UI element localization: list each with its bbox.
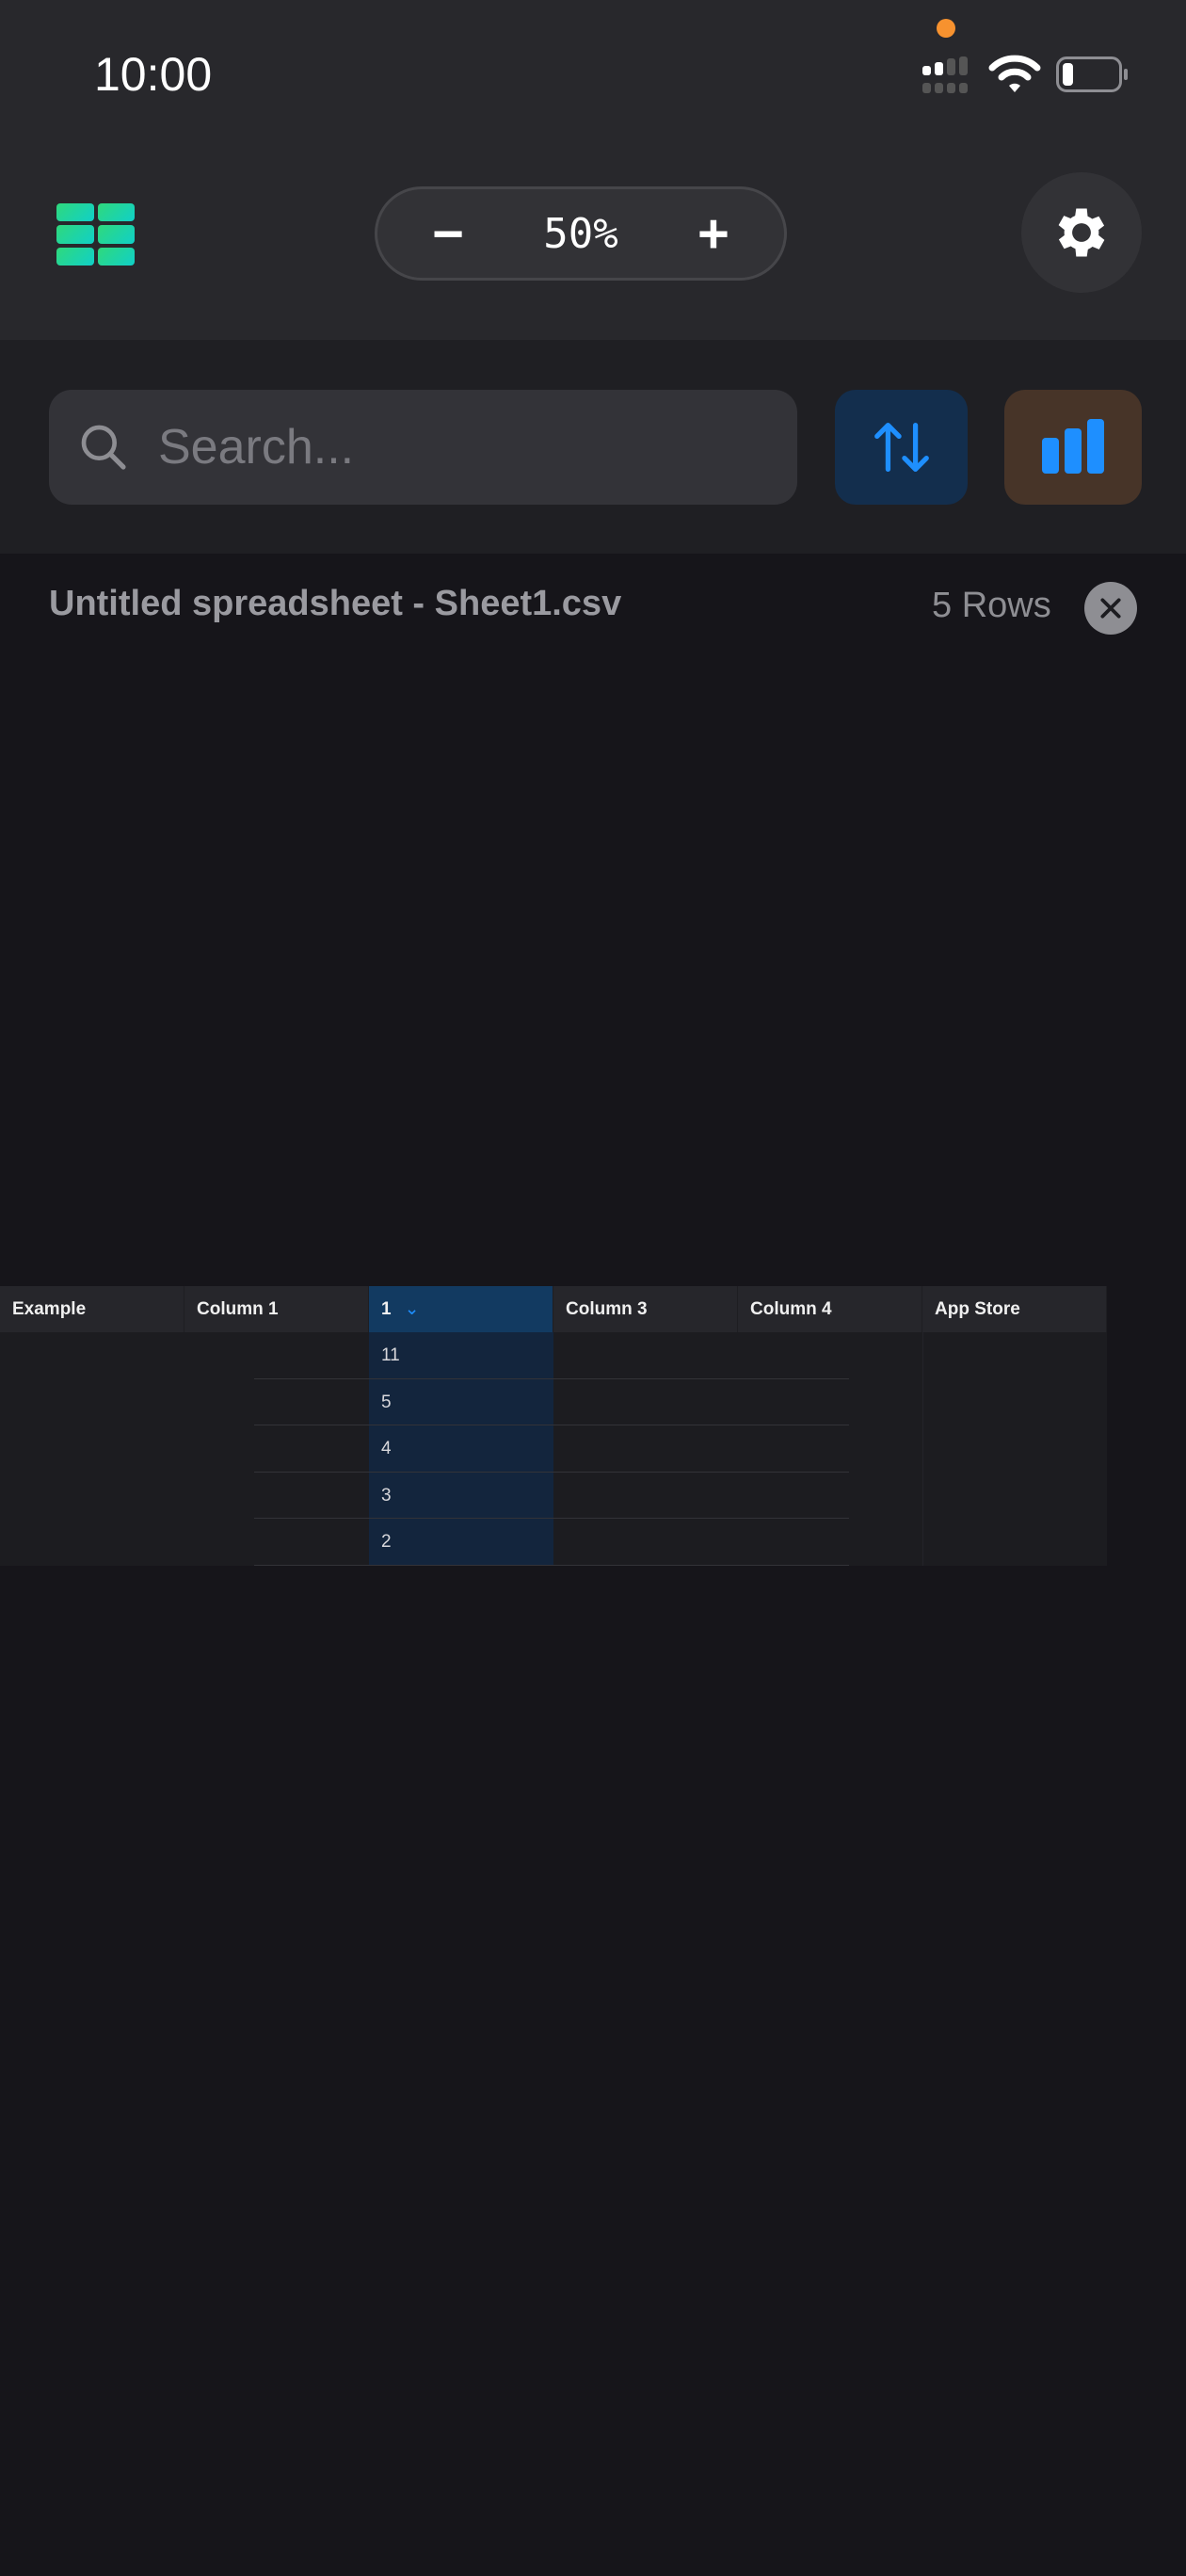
chevron-down-icon: ⌄ [404, 1299, 420, 1319]
privacy-indicator [937, 19, 955, 38]
top-bar: 10:00 − 50% + [0, 0, 1186, 340]
battery-icon [1056, 56, 1128, 92]
column-header[interactable]: Column 4 [738, 1286, 922, 1332]
column-header-sorted[interactable]: 1 ⌄ [369, 1286, 553, 1332]
spreadsheet-table: Example Column 1 1 ⌄ Column 3 Column 4 Ap… [0, 1286, 1107, 1566]
search-icon [81, 425, 126, 470]
zoom-out-button[interactable]: − [425, 202, 472, 266]
zoom-level: 50% [543, 209, 618, 258]
table-row[interactable] [254, 1473, 849, 1519]
bar-chart-icon [1042, 419, 1104, 474]
table-cell[interactable]: 11 [381, 1332, 400, 1379]
app-logo-icon[interactable] [56, 203, 135, 266]
zoom-in-button[interactable]: + [690, 202, 737, 266]
column-header[interactable]: App Store [922, 1286, 1107, 1332]
table-cell[interactable]: 4 [381, 1425, 392, 1473]
table-row[interactable] [254, 1519, 849, 1566]
search-input[interactable] [158, 419, 770, 475]
status-time: 10:00 [94, 48, 213, 101]
zoom-control: − 50% + [375, 186, 787, 281]
close-file-button[interactable] [1084, 582, 1137, 635]
column-divider [922, 1332, 923, 1566]
wifi-icon [988, 55, 1041, 92]
table-row[interactable] [254, 1379, 849, 1425]
column-header[interactable]: Column 1 [184, 1286, 369, 1332]
table-cell[interactable]: 5 [381, 1379, 392, 1426]
search-field[interactable] [49, 390, 797, 505]
close-icon [1100, 598, 1121, 619]
gear-icon [1058, 208, 1105, 257]
table-row[interactable] [254, 1332, 849, 1379]
chart-button[interactable] [1004, 390, 1142, 505]
column-header[interactable]: Column 3 [553, 1286, 738, 1332]
table-row[interactable] [254, 1425, 849, 1473]
row-count: 5 Rows [932, 586, 1051, 625]
sort-arrows-icon [873, 423, 929, 472]
cellular-signal-icon [922, 56, 968, 93]
sort-button[interactable] [835, 390, 968, 505]
settings-button[interactable] [1021, 172, 1142, 293]
table-header-row: Example Column 1 1 ⌄ Column 3 Column 4 Ap… [0, 1286, 1107, 1332]
column-header-label: 1 [381, 1299, 392, 1319]
table-body: 11 5 4 3 2 [0, 1332, 1107, 1566]
table-cell[interactable]: 2 [381, 1519, 392, 1566]
table-cell[interactable]: 3 [381, 1473, 392, 1520]
file-title: Untitled spreadsheet - Sheet1.csv [49, 584, 622, 623]
column-header[interactable]: Example [0, 1286, 184, 1332]
